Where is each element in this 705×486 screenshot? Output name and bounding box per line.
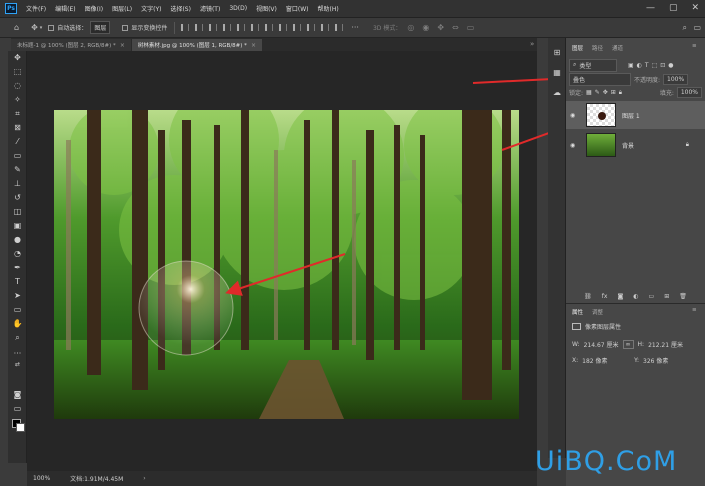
filter-adjustment-icon[interactable]: ◐: [637, 62, 642, 69]
lock-image-icon[interactable]: ✎: [595, 89, 600, 96]
x-value[interactable]: 182 像素: [582, 356, 630, 365]
layer-filter-value: 类型: [579, 63, 592, 70]
opacity-input[interactable]: 100%: [663, 74, 689, 85]
link-icon[interactable]: ∞: [622, 340, 634, 349]
y-label: Y:: [634, 357, 640, 364]
y-value[interactable]: 326 像素: [643, 356, 668, 365]
lock-artboard-icon[interactable]: ⊞: [611, 89, 616, 96]
adjustment-layer-icon[interactable]: ◐: [633, 293, 638, 300]
add-mask-icon[interactable]: ◙: [617, 293, 623, 300]
panel-menu-icon[interactable]: ≡: [692, 307, 697, 313]
opacity-label: 不透明度:: [634, 77, 661, 84]
lock-transparent-icon[interactable]: ▦: [586, 89, 592, 96]
tab-paths[interactable]: 路径: [592, 44, 603, 52]
lock-icon: 🔒︎: [685, 141, 689, 148]
tab-adjustments[interactable]: 调整: [592, 308, 603, 316]
layer-thumbnail: [586, 103, 616, 127]
history-icon[interactable]: ⊞: [552, 48, 562, 58]
width-label: W:: [572, 341, 580, 348]
panel-menu-icon[interactable]: ≡: [692, 43, 697, 49]
filter-type-icon[interactable]: T: [645, 62, 649, 69]
panel-icon-strip: ⊞ ▦ ☁: [548, 38, 566, 458]
status-bar: 100% 文档:1.91M/4.45M ›: [27, 471, 537, 486]
filter-toggle-icon[interactable]: ●: [668, 62, 673, 69]
layer-name[interactable]: 背景: [622, 141, 634, 150]
width-value[interactable]: 214.67 厘米: [584, 340, 619, 349]
link-layers-icon[interactable]: ⛓: [584, 293, 592, 300]
pixel-layer-icon: [572, 323, 581, 330]
layer-name[interactable]: 图层 1: [622, 111, 640, 120]
new-layer-icon[interactable]: ⊞: [664, 293, 669, 300]
layers-panel: 图层 路径 通道 ≡ ⌕ 类型 ▣ ◐ T ⬚ ⊡ ● 叠色 不透明度: 100…: [566, 38, 705, 303]
fill-label: 填充:: [659, 90, 674, 97]
delete-layer-icon[interactable]: 🗑︎: [679, 293, 687, 300]
blend-mode-dropdown[interactable]: 叠色: [569, 73, 631, 86]
lock-all-icon[interactable]: 🔒︎: [619, 89, 622, 97]
layer-row-background[interactable]: ◉ 背景 🔒︎: [566, 131, 705, 159]
search-icon: ⌕: [573, 61, 577, 68]
tab-layers[interactable]: 图层: [572, 44, 583, 52]
filter-pixel-icon[interactable]: ▣: [628, 62, 634, 69]
fx-icon[interactable]: fx: [602, 293, 608, 300]
fill-input[interactable]: 100%: [676, 87, 702, 98]
blend-row: 叠色 不透明度: 100%: [569, 73, 702, 86]
position-row: X: 182 像素 Y: 326 像素: [572, 356, 699, 365]
tab-properties[interactable]: 属性: [572, 308, 583, 316]
eye-icon[interactable]: ◉: [570, 142, 582, 149]
chevron-right-icon[interactable]: ›: [143, 475, 145, 482]
libraries-icon[interactable]: ☁: [552, 88, 562, 98]
zoom-level[interactable]: 100%: [33, 475, 50, 482]
filter-shape-icon[interactable]: ⬚: [652, 62, 658, 69]
new-group-icon[interactable]: ▭: [649, 293, 655, 300]
height-value[interactable]: 212.21 厘米: [648, 340, 683, 349]
layer-filter-dropdown[interactable]: ⌕ 类型: [569, 59, 617, 72]
x-label: X:: [572, 357, 579, 364]
layer-thumbnail: [586, 133, 616, 157]
layers-footer: ⛓ fx ◙ ◐ ▭ ⊞ 🗑︎: [566, 289, 705, 303]
document-info: 文档:1.91M/4.45M: [70, 476, 124, 483]
watermark-logo: UiBQ.CoM: [535, 446, 678, 477]
layer-row-layer1[interactable]: ◉ 图层 1: [566, 101, 705, 129]
height-label: H:: [637, 341, 645, 348]
tab-channels[interactable]: 通道: [612, 44, 623, 52]
lock-row: 锁定: ▦ ✎ ✥ ⊞ 🔒︎ 填充: 100%: [569, 87, 702, 98]
layer-filter-row: ⌕ 类型 ▣ ◐ T ⬚ ⊡ ●: [569, 59, 702, 72]
properties-section-title: 像素图层属性: [585, 324, 622, 331]
size-row: W: 214.67 厘米 ∞ H: 212.21 厘米: [572, 340, 699, 349]
eye-icon[interactable]: ◉: [570, 112, 582, 119]
properties-section-header: 像素图层属性: [572, 322, 699, 331]
swatches-icon[interactable]: ▦: [552, 68, 562, 78]
lock-label: 锁定:: [569, 90, 584, 97]
filter-smart-object-icon[interactable]: ⊡: [660, 62, 665, 69]
lock-position-icon[interactable]: ✥: [603, 89, 608, 96]
